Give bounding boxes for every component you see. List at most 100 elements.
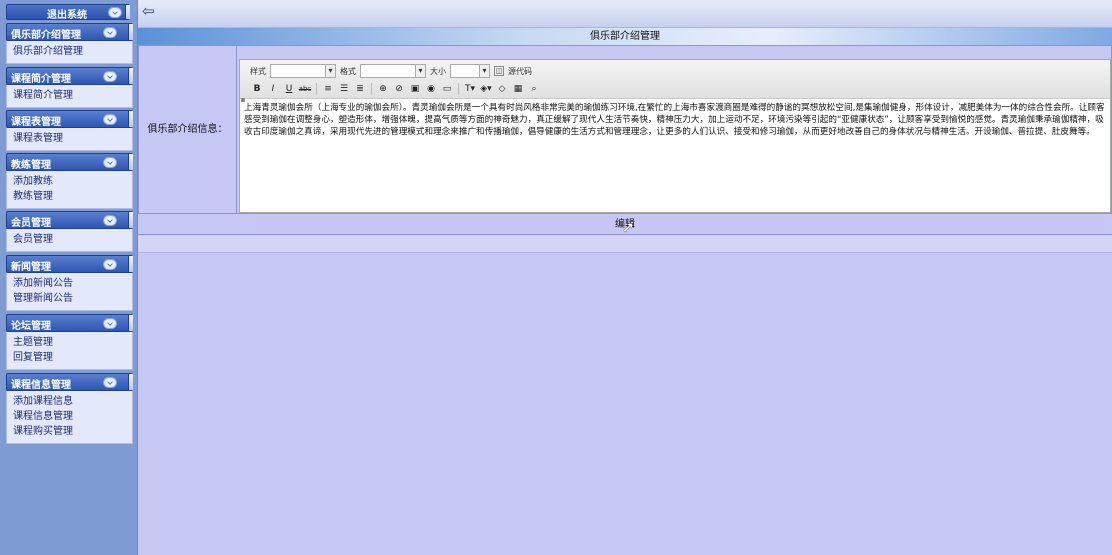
background-color-icon[interactable]: ◈▾ [479, 82, 493, 96]
image-icon[interactable]: ▣ [408, 82, 422, 96]
logout-label: 退出系统 [47, 10, 87, 21]
sidebar-item-course-info[interactable]: 课程信息管理 [13, 409, 132, 424]
chevron-up-icon [108, 7, 122, 18]
sidebar-item-manage-news[interactable]: 管理新闻公告 [13, 291, 132, 306]
rich-text-editor[interactable]: 样式 格式 大小 ◫ 源代码 B I U abc ≡ ☰ ≣ ⊕ ⊘ [239, 59, 1111, 213]
nav-group-header[interactable]: 会员管理 [6, 211, 133, 229]
bold-icon[interactable]: B [250, 82, 264, 96]
size-select[interactable] [450, 64, 490, 78]
nav-group-title: 会员管理 [11, 218, 51, 229]
mouse-cursor-icon: ➚ [622, 218, 635, 236]
sidebar-item-topic[interactable]: 主题管理 [13, 335, 132, 350]
eraser-icon[interactable]: ◇ [495, 82, 509, 96]
header-end-cap [128, 111, 133, 127]
nav-group-title: 俱乐部介绍管理 [11, 30, 81, 41]
header-end-cap [128, 68, 133, 84]
header-end-cap [128, 212, 133, 228]
underline-icon[interactable]: U [282, 82, 296, 96]
nav-group-title: 论坛管理 [11, 321, 51, 332]
toolbar-row-1: 样式 格式 大小 ◫ 源代码 [250, 64, 532, 78]
table-icon[interactable]: ▭ [440, 82, 454, 96]
page-title: 俱乐部介绍管理 [138, 28, 1112, 45]
style-select[interactable] [270, 64, 336, 78]
format-select[interactable] [360, 64, 426, 78]
align-right-icon[interactable]: ≣ [353, 82, 367, 96]
nav-group-course-intro: 课程简介管理 课程简介管理 [6, 67, 133, 108]
top-bar [138, 0, 1112, 28]
nav-group-body: 会员管理 [6, 229, 133, 252]
nav-group-coach: 教练管理 添加教练 教练管理 [6, 153, 133, 209]
chevron-up-icon [103, 27, 117, 38]
sidebar-item-reply[interactable]: 回复管理 [13, 350, 132, 365]
nav-group-header[interactable]: 课程信息管理 [6, 373, 133, 391]
nav-group-title: 新闻管理 [11, 262, 51, 273]
sidebar-item-member[interactable]: 会员管理 [13, 232, 132, 247]
strikethrough-icon[interactable]: abc [298, 82, 312, 96]
flash-icon[interactable]: ◉ [424, 82, 438, 96]
nav-group-forum: 论坛管理 主题管理 回复管理 [6, 314, 133, 370]
source-code-icon[interactable]: ◫ [494, 66, 504, 76]
chevron-up-icon [103, 377, 117, 388]
editor-toolbar: 样式 格式 大小 ◫ 源代码 B I U abc ≡ ☰ ≣ ⊕ ⊘ [240, 60, 1110, 99]
sidebar-item-add-course[interactable]: 添加课程信息 [13, 394, 132, 409]
spacer-row [138, 236, 1112, 253]
chevron-up-icon [103, 71, 117, 82]
nav-group-body: 俱乐部介绍管理 [6, 41, 133, 64]
sidebar-item-course-purchase[interactable]: 课程购买管理 [13, 424, 132, 439]
field-label: 俱乐部介绍信息： [139, 46, 237, 213]
nav-group-header[interactable]: 课程简介管理 [6, 67, 133, 85]
sidebar-item-add-news[interactable]: 添加新闻公告 [13, 276, 132, 291]
grid-icon[interactable]: ▦ [511, 82, 525, 96]
nav-group-club-intro: 俱乐部介绍管理 俱乐部介绍管理 [6, 23, 133, 64]
sidebar-item-add-coach[interactable]: 添加教练 [13, 174, 132, 189]
sidebar-item-schedule[interactable]: 课程表管理 [13, 131, 132, 146]
sidebar-item-course-intro[interactable]: 课程简介管理 [13, 88, 132, 103]
nav-group-course-info: 课程信息管理 添加课程信息 课程信息管理 课程购买管理 [6, 373, 133, 444]
nav-group-body: 课程简介管理 [6, 85, 133, 108]
sidebar-item-club-intro[interactable]: 俱乐部介绍管理 [13, 44, 132, 59]
nav-group-schedule: 课程表管理 课程表管理 [6, 110, 133, 151]
link-icon[interactable]: ⊕ [376, 82, 390, 96]
unlink-icon[interactable]: ⊘ [392, 82, 406, 96]
nav-group-header[interactable]: 俱乐部介绍管理 [6, 23, 133, 41]
logout-button[interactable]: 退出系统 [6, 4, 130, 21]
size-label: 大小 [430, 66, 446, 76]
editor-content[interactable]: 上海青灵瑜伽会所（上海专业的瑜伽会所）。青灵瑜伽会所是一个具有时尚风格非常完美的… [244, 102, 1106, 138]
header-end-cap [128, 315, 133, 331]
nav-group-title: 教练管理 [11, 160, 51, 171]
nav-group-title: 课程表管理 [11, 117, 61, 128]
align-center-icon[interactable]: ☰ [337, 82, 351, 96]
chevron-up-icon [103, 259, 117, 270]
nav-group-header[interactable]: 教练管理 [6, 153, 133, 171]
chevron-up-icon [103, 114, 117, 125]
nav-group-title: 课程信息管理 [11, 380, 71, 391]
style-label: 样式 [250, 66, 266, 76]
header-end-cap [128, 256, 133, 272]
nav-group-header[interactable]: 论坛管理 [6, 314, 133, 332]
nav-group-member: 会员管理 会员管理 [6, 211, 133, 252]
back-arrow-icon[interactable]: ⇦ [142, 4, 160, 19]
header-end-cap [128, 374, 133, 390]
nav-group-body: 主题管理 回复管理 [6, 332, 133, 370]
preview-icon[interactable]: ⌕ [527, 82, 541, 96]
italic-icon[interactable]: I [266, 82, 280, 96]
nav-group-header[interactable]: 课程表管理 [6, 110, 133, 128]
toolbar-separator [316, 82, 317, 95]
chevron-up-icon [103, 157, 117, 168]
toolbar-row-2: B I U abc ≡ ☰ ≣ ⊕ ⊘ ▣ ◉ ▭ T▾ ◈▾ ◇ ▦ ⌕ [250, 81, 541, 96]
align-left-icon[interactable]: ≡ [321, 82, 335, 96]
chevron-up-icon [103, 215, 117, 226]
nav-group-header[interactable]: 新闻管理 [6, 255, 133, 273]
header-end-cap [128, 154, 133, 170]
sidebar: 退出系统 俱乐部介绍管理 俱乐部介绍管理 课程简介管理 课程简介管理 课程表管理 [0, 0, 138, 555]
source-code-label[interactable]: 源代码 [508, 66, 532, 77]
toolbar-separator [371, 82, 372, 95]
nav-group-title: 课程简介管理 [11, 74, 71, 85]
nav-group-body: 添加新闻公告 管理新闻公告 [6, 273, 133, 311]
toolbar-separator [458, 82, 459, 95]
text-color-icon[interactable]: T▾ [463, 82, 477, 96]
sidebar-item-coach-manage[interactable]: 教练管理 [13, 189, 132, 204]
nav-group-body: 添加教练 教练管理 [6, 171, 133, 209]
nav-group-body: 课程表管理 [6, 128, 133, 151]
format-label: 格式 [340, 66, 356, 76]
